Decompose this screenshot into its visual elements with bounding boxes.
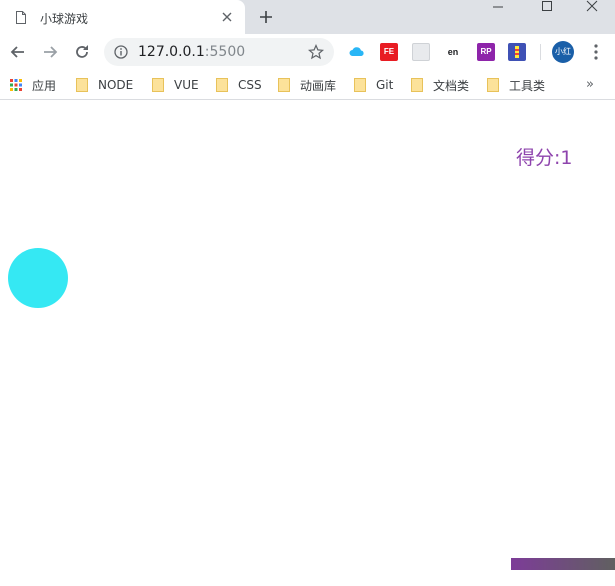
tab-title: 小球游戏 — [40, 12, 89, 26]
bookmark-apps[interactable]: 应用 — [10, 76, 56, 94]
profile-avatar[interactable]: 小红 — [552, 41, 574, 63]
game-paddle[interactable] — [511, 558, 615, 570]
bookmarks-bar: 应用 NODE VUE CSS 动画库 Git 文档类 工具类 » — [0, 70, 615, 100]
folder-icon — [411, 78, 423, 92]
bookmark-label: 动画库 — [300, 78, 337, 93]
minimize-window-icon[interactable] — [478, 0, 518, 14]
folder-icon — [216, 78, 228, 92]
reload-icon[interactable] — [72, 42, 92, 62]
bookmark-folder-css[interactable]: CSS — [216, 76, 262, 94]
browser-tab[interactable]: 小球游戏 — [0, 0, 245, 34]
bookmark-folder-animation[interactable]: 动画库 — [278, 76, 336, 94]
cloud-extension-icon[interactable] — [348, 43, 366, 61]
apps-grid-icon — [10, 79, 22, 91]
bookmark-label: 文档类 — [433, 78, 470, 93]
qr-code-extension-icon[interactable] — [412, 43, 430, 61]
address-bar[interactable]: 127.0.0.1:5500 — [104, 38, 334, 66]
back-arrow-icon[interactable] — [8, 42, 28, 62]
new-tab-button[interactable] — [258, 9, 274, 25]
more-menu-icon[interactable] — [586, 42, 606, 62]
score-value: 1 — [560, 147, 573, 169]
url-host: 127.0.0.1 — [138, 44, 205, 60]
document-icon — [16, 11, 26, 24]
bookmarks-overflow-button[interactable]: » — [586, 77, 594, 92]
tab-strip: 小球游戏 — [0, 0, 615, 34]
game-page[interactable]: 得分:1 — [0, 101, 615, 586]
maximize-window-icon[interactable] — [527, 0, 567, 14]
bookmark-label: 应用 — [32, 78, 57, 93]
info-icon[interactable] — [114, 45, 128, 59]
toolbar-separator — [540, 44, 541, 60]
forward-arrow-icon[interactable] — [40, 42, 60, 62]
folder-icon — [278, 78, 290, 92]
close-tab-icon[interactable] — [221, 11, 233, 23]
game-ball — [8, 248, 68, 308]
folder-icon — [354, 78, 366, 92]
url-port: :5500 — [204, 44, 246, 60]
bookmark-label: Git — [376, 78, 394, 92]
bookmark-folder-docs[interactable]: 文档类 — [411, 76, 469, 94]
translate-extension-icon[interactable]: en — [444, 43, 462, 61]
bookmark-label: NODE — [98, 78, 134, 92]
folder-icon — [152, 78, 164, 92]
score-display: 得分:1 — [516, 143, 573, 170]
close-window-icon[interactable] — [572, 0, 612, 14]
folder-icon — [487, 78, 499, 92]
fe-helper-extension-icon[interactable]: FE — [380, 43, 398, 61]
bookmark-folder-git[interactable]: Git — [354, 76, 393, 94]
bookmark-folder-node[interactable]: NODE — [76, 76, 133, 94]
folder-icon — [76, 78, 88, 92]
lighthouse-extension-icon[interactable] — [508, 43, 526, 61]
bookmark-folder-vue[interactable]: VUE — [152, 76, 199, 94]
bookmark-label: 工具类 — [509, 78, 546, 93]
bookmark-label: CSS — [238, 78, 262, 92]
url-text[interactable]: 127.0.0.1:5500 — [138, 44, 245, 60]
score-label: 得分: — [516, 147, 561, 169]
browser-toolbar: 127.0.0.1:5500 FE en RP 小红 — [0, 34, 615, 70]
bookmark-star-icon[interactable] — [308, 44, 324, 60]
axure-rp-extension-icon[interactable]: RP — [477, 43, 495, 61]
bookmark-label: VUE — [174, 78, 199, 92]
bookmark-folder-tools[interactable]: 工具类 — [487, 76, 545, 94]
